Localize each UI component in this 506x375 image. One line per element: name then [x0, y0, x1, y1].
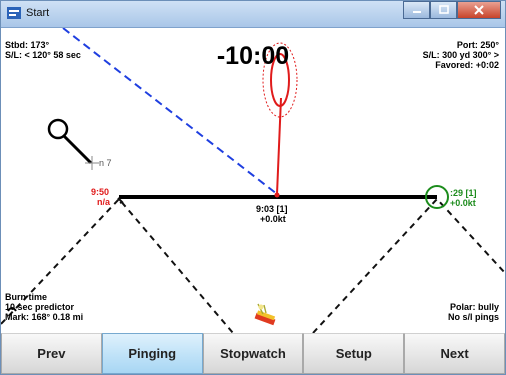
mark-stick [61, 133, 93, 165]
favored-end: Favored: +0:02 [435, 60, 499, 70]
right-end-speed: +0.0kt [450, 198, 476, 208]
maximize-button[interactable] [430, 1, 457, 19]
left-end-sub: n/a [97, 197, 111, 207]
line-midpoint [274, 192, 280, 198]
minimize-icon [412, 11, 421, 13]
predictor: 10 sec predictor [5, 302, 75, 312]
polar-info: Polar: bully [449, 302, 499, 312]
burn-time: Burn time [5, 292, 48, 302]
next-button[interactable]: Next [404, 333, 505, 374]
left-end-time: 9:50 [91, 187, 110, 197]
app-window: Start -10:00 Stbd: 173° S/L: < 120° 58 s… [0, 0, 506, 375]
minimize-button[interactable] [403, 1, 430, 19]
title-bar[interactable]: Start [1, 1, 505, 28]
app-icon [7, 7, 21, 19]
stbd-bearing: Stbd: 173° [5, 40, 50, 50]
sl-right-info: S/L: 300 yd 300° > [422, 50, 499, 60]
close-icon [474, 5, 484, 15]
port-bearing: Port: 250° [456, 40, 499, 50]
prev-button[interactable]: Prev [1, 333, 102, 374]
setup-button[interactable]: Setup [303, 333, 405, 374]
start-line-board[interactable]: -10:00 Stbd: 173° S/L: < 120° 58 sec Por… [1, 28, 505, 333]
mid-time: 9:03 [1] [256, 204, 288, 214]
bottom-toolbar: Prev Pinging Stopwatch Setup Next [1, 333, 505, 374]
right-end-time: :29 [1] [450, 188, 477, 198]
mid-speed: +0.0kt [260, 214, 286, 224]
mark-label: n 7 [99, 158, 112, 168]
window-title: Start [26, 7, 50, 19]
close-button[interactable] [457, 1, 501, 19]
start-line-diagram [1, 28, 505, 333]
stopwatch-button[interactable]: Stopwatch [202, 333, 304, 374]
sl-left-info: S/L: < 120° 58 sec [5, 50, 81, 60]
pings-info: No s/l pings [447, 312, 499, 322]
sailboat-icon [254, 303, 276, 326]
mark-info: Mark: 168° 0.18 mi [5, 312, 84, 322]
heading-line [276, 97, 282, 195]
maximize-icon [438, 5, 449, 14]
pinging-button[interactable]: Pinging [101, 333, 203, 374]
